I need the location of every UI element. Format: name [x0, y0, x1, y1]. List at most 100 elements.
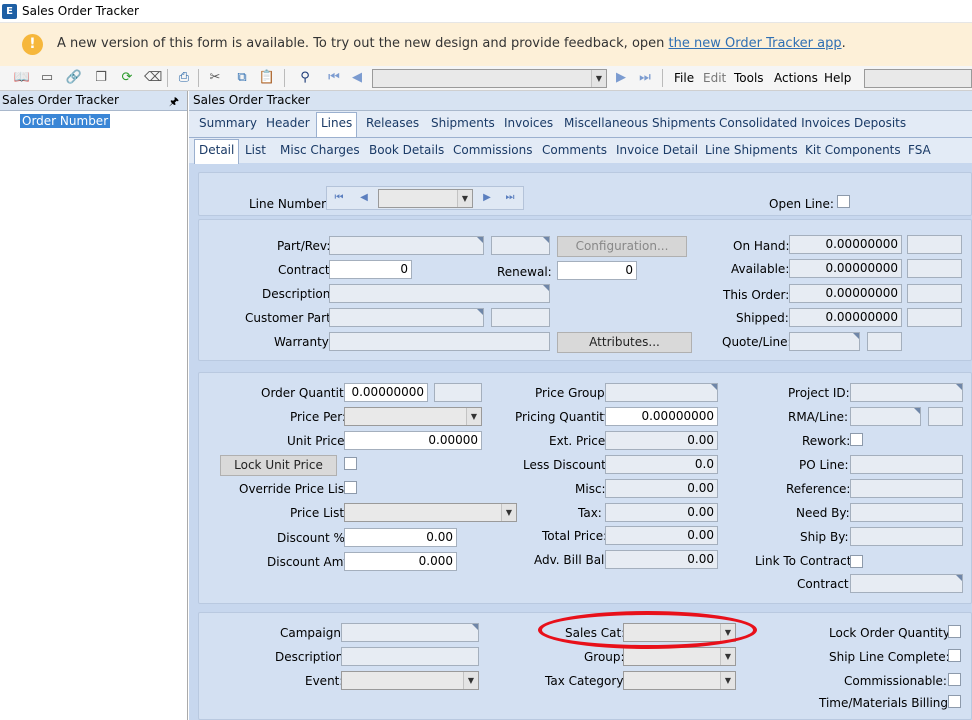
subtab-fsa[interactable]: FSA [908, 143, 931, 157]
first-line-icon[interactable]: ⏮ [330, 189, 348, 207]
campaign-field[interactable] [341, 623, 479, 642]
last-line-icon[interactable]: ⏭ [501, 189, 519, 207]
tax-label: Tax: [578, 506, 602, 520]
customer-rev-field[interactable] [491, 308, 550, 327]
subtab-kit-components[interactable]: Kit Components [805, 143, 901, 157]
tab-invoices[interactable]: Invoices [504, 116, 553, 130]
contract-field[interactable]: 0 [329, 260, 412, 279]
price-per-select[interactable]: ▼ [344, 407, 482, 426]
attach-icon[interactable]: 🔗 [65, 69, 83, 87]
description-field[interactable] [329, 284, 550, 303]
binoculars-icon[interactable]: ⚲ [296, 69, 314, 87]
renewal-field[interactable]: 0 [557, 261, 637, 280]
toolbar-dropdown[interactable] [864, 69, 972, 88]
tax-category-select[interactable]: ▼ [623, 671, 736, 690]
discount-amt-label: Discount Amt: [267, 555, 353, 569]
chevron-down-icon: ▼ [457, 190, 472, 207]
configuration-button[interactable]: Configuration... [557, 236, 687, 257]
price-group-field[interactable] [605, 383, 718, 402]
lock-unit-price-checkbox[interactable] [344, 457, 357, 470]
tree-item-order-number[interactable]: Order Number [20, 114, 111, 128]
new-icon[interactable]: ▭ [38, 69, 56, 87]
ship-line-complete-checkbox[interactable] [948, 649, 961, 662]
override-price-list-checkbox[interactable] [344, 481, 357, 494]
rma-field[interactable] [850, 407, 921, 426]
total-price-field: 0.00 [605, 526, 718, 545]
group-select[interactable]: ▼ [623, 647, 736, 666]
tm-billing-checkbox[interactable] [948, 695, 961, 708]
paste-icon[interactable]: 📋 [258, 69, 276, 87]
reference-field[interactable] [850, 479, 963, 498]
ship-by-field[interactable] [850, 527, 963, 546]
commissionable-checkbox[interactable] [948, 673, 961, 686]
discount-pct-field[interactable]: 0.00 [344, 528, 457, 547]
project-id-field[interactable] [850, 383, 963, 402]
record-select[interactable]: ▼ [372, 69, 607, 88]
link-contract-field[interactable] [850, 574, 963, 593]
tab-misc-shipments[interactable]: Miscellaneous Shipments [564, 116, 716, 130]
price-list-select[interactable]: ▼ [344, 503, 517, 522]
subtab-detail[interactable]: Detail [194, 139, 240, 164]
pricing-qty-field[interactable]: 0.00000000 [605, 407, 718, 426]
lock-unit-price-button[interactable]: Lock Unit Price [220, 455, 337, 476]
update-banner: ! A new version of this form is availabl… [0, 23, 972, 66]
link-contract-checkbox[interactable] [850, 555, 863, 568]
next-record-icon[interactable]: ▶ [612, 69, 630, 87]
attributes-button[interactable]: Attributes... [557, 332, 692, 353]
tab-bar: Summary Header Lines Releases Shipments … [189, 111, 972, 137]
menu-help[interactable]: Help [824, 71, 851, 85]
part-field[interactable] [329, 236, 484, 255]
event-select[interactable]: ▼ [341, 671, 479, 690]
print-icon[interactable]: ⎙ [175, 69, 193, 87]
rework-checkbox[interactable] [850, 433, 863, 446]
tab-deposits[interactable]: Deposits [854, 116, 906, 130]
subtab-invoice-detail[interactable]: Invoice Detail [616, 143, 698, 157]
order-qty-uom-field[interactable] [434, 383, 482, 402]
menu-actions[interactable]: Actions [774, 71, 818, 85]
copy-icon[interactable]: ⧉ [233, 69, 251, 87]
rma-line-field[interactable] [928, 407, 963, 426]
copy-record-icon[interactable]: ❐ [92, 69, 110, 87]
unit-price-field[interactable]: 0.00000 [344, 431, 482, 450]
subtab-misc-charges[interactable]: Misc Charges [280, 143, 360, 157]
quote-field[interactable] [789, 332, 860, 351]
prev-record-icon[interactable]: ◀ [348, 69, 366, 87]
refresh-icon[interactable]: ⟳ [118, 69, 136, 87]
tab-shipments[interactable]: Shipments [431, 116, 495, 130]
need-by-field[interactable] [850, 503, 963, 522]
new-app-link[interactable]: the new Order Tracker app [669, 36, 842, 51]
open-line-checkbox[interactable] [837, 195, 850, 208]
menu-edit[interactable]: Edit [703, 71, 726, 85]
cut-icon[interactable]: ✂ [206, 69, 224, 87]
tab-summary[interactable]: Summary [199, 116, 257, 130]
tab-lines[interactable]: Lines [316, 112, 358, 137]
tab-releases[interactable]: Releases [366, 116, 419, 130]
discount-amt-field[interactable]: 0.000 [344, 552, 457, 571]
tab-consolidated-invoices[interactable]: Consolidated Invoices [719, 116, 850, 130]
clear-icon[interactable]: ⌫ [144, 69, 162, 87]
first-record-icon[interactable]: ⏮ [325, 69, 343, 87]
need-by-label: Need By: [796, 506, 850, 520]
po-line-field[interactable] [850, 455, 963, 474]
menu-file[interactable]: File [674, 71, 694, 85]
line-number-select[interactable]: ▼ [378, 189, 473, 208]
lock-qty-checkbox[interactable] [948, 625, 961, 638]
menu-tools[interactable]: Tools [734, 71, 764, 85]
customer-part-field[interactable] [329, 308, 484, 327]
next-line-icon[interactable]: ▶ [478, 189, 496, 207]
open-book-icon[interactable]: 📖 [13, 69, 31, 87]
last-record-icon[interactable]: ⏭ [636, 69, 654, 87]
subtab-book-details[interactable]: Book Details [369, 143, 444, 157]
subtab-list[interactable]: List [245, 143, 266, 157]
sales-description-field[interactable] [341, 647, 479, 666]
subtab-commissions[interactable]: Commissions [453, 143, 532, 157]
prev-line-icon[interactable]: ◀ [355, 189, 373, 207]
pin-icon[interactable]: 🖈 [169, 93, 179, 112]
order-qty-field[interactable]: 0.00000000 [344, 383, 428, 402]
subtab-line-shipments[interactable]: Line Shipments [705, 143, 798, 157]
warranty-field[interactable] [329, 332, 550, 351]
revision-field[interactable] [491, 236, 550, 255]
subtab-comments[interactable]: Comments [542, 143, 607, 157]
tab-header[interactable]: Header [266, 116, 310, 130]
quote-line-field[interactable] [867, 332, 902, 351]
